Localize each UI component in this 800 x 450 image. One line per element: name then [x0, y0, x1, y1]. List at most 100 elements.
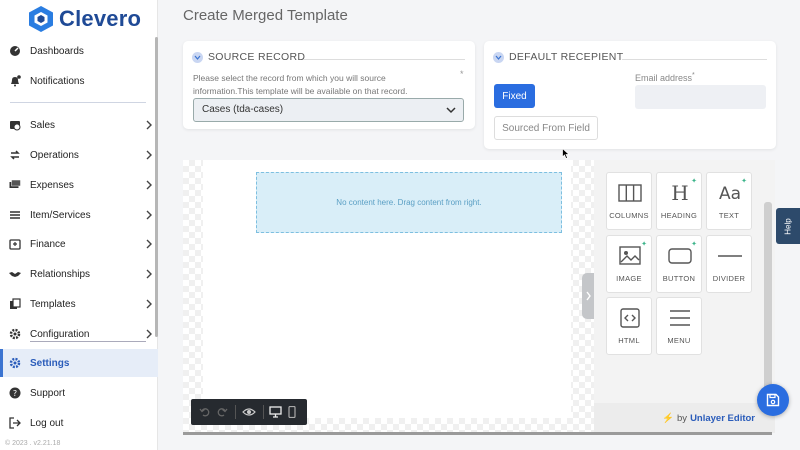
bell-icon [9, 75, 21, 87]
page-title: Create Merged Template [183, 7, 348, 24]
sparkle-icon: ✦ [691, 241, 697, 248]
panel-scrollbar[interactable] [764, 202, 772, 404]
sidebar-item-expenses[interactable]: Expenses [0, 171, 158, 199]
horizontal-scrollbar[interactable] [183, 432, 772, 435]
help-tab[interactable]: Help [776, 208, 800, 244]
sidebar-item-templates[interactable]: Templates [0, 290, 158, 318]
menu-icon [670, 310, 690, 326]
tool-label: IMAGE [616, 274, 642, 283]
sidebar-item-configuration[interactable]: Configuration [0, 320, 158, 348]
chevron-right-icon [146, 239, 152, 249]
sidebar-item-label: Log out [30, 418, 64, 429]
tool-menu[interactable]: MENU [656, 297, 702, 355]
sidebar-item-label: Settings [30, 358, 70, 369]
tool-label: TEXT [718, 211, 740, 220]
sparkle-icon: ✦ [691, 178, 697, 185]
chevron-right-icon [146, 329, 152, 339]
editor-toolbar [191, 399, 307, 425]
preview-eye-icon[interactable] [242, 406, 256, 418]
sidebar-item-log-out[interactable]: Log out [0, 409, 158, 437]
text-icon: Aa [719, 184, 741, 204]
tool-label: MENU [667, 336, 691, 345]
expenses-icon [9, 179, 21, 191]
version-label: © 2023 . v2.21.18 [5, 440, 61, 447]
divider-icon [718, 255, 742, 257]
mobile-view-icon[interactable] [288, 406, 296, 418]
sidebar-item-operations[interactable]: Operations [0, 141, 158, 169]
sidebar-item-finance[interactable]: Finance [0, 230, 158, 258]
source-record-description: Please select the record from which you … [193, 73, 408, 96]
sidebar-item-label: Sales [30, 120, 56, 131]
tool-text[interactable]: Aa ✦ TEXT [706, 172, 752, 230]
chevron-down-icon[interactable] [493, 51, 504, 63]
html-icon [620, 308, 640, 328]
chevron-right-icon [146, 210, 152, 220]
sidebar-item-label: Finance [30, 239, 66, 250]
sidebar-item-label: Operations [30, 150, 79, 161]
tools-panel: COLUMNS H ✦ HEADING Aa ✦ TEXT ✦ IMAGE ✦ … [594, 160, 775, 433]
required-mark: * [692, 72, 695, 79]
default-recipient-heading: DEFAULT RECEPIENT [493, 51, 623, 63]
finance-icon [9, 238, 21, 250]
bolt-icon: ⚡ [662, 412, 675, 424]
editor-canvas[interactable]: No content here. Drag content from right… [183, 160, 594, 433]
source-record-select[interactable]: Cases (tda-cases) [193, 98, 464, 122]
sidebar-item-label: Dashboards [30, 46, 84, 57]
canvas-body[interactable]: No content here. Drag content from right… [203, 160, 571, 418]
chevron-right-icon [146, 150, 152, 160]
tool-columns[interactable]: COLUMNS [606, 172, 652, 230]
help-label: Help [783, 217, 793, 235]
email-address-label: Email address* [635, 72, 695, 83]
redo-icon[interactable] [216, 406, 228, 418]
sidebar-divider [10, 102, 146, 103]
dashboard-icon [9, 45, 21, 57]
tool-label: HEADING [660, 211, 698, 220]
email-address-input[interactable] [635, 85, 766, 109]
unlayer-branding[interactable]: ⚡ by Unlayer Editor [594, 403, 775, 433]
columns-icon [618, 184, 642, 202]
sidebar-item-notifications[interactable]: Notifications [0, 67, 158, 95]
sidebar-item-sales[interactable]: Sales [0, 111, 158, 139]
save-icon [766, 393, 780, 407]
image-icon [619, 246, 641, 265]
fixed-button[interactable]: Fixed [494, 84, 535, 108]
sidebar-item-label: Configuration [30, 329, 90, 340]
logo[interactable]: Clevero [28, 4, 141, 34]
branding-by: by [677, 412, 688, 424]
tool-button[interactable]: ✦ BUTTON [656, 235, 702, 293]
undo-icon[interactable] [199, 406, 211, 418]
save-button[interactable] [757, 384, 789, 416]
svg-text:Aa: Aa [719, 184, 741, 204]
tool-image[interactable]: ✦ IMAGE [606, 235, 652, 293]
list-icon [9, 209, 21, 221]
sidebar-item-support[interactable]: ? Support [0, 379, 158, 407]
sourced-from-field-button[interactable]: Sourced From Field [494, 116, 598, 140]
templates-icon [9, 298, 21, 310]
operations-icon [9, 149, 21, 161]
tool-divider[interactable]: DIVIDER [706, 235, 752, 293]
panel-collapse-toggle[interactable] [582, 273, 594, 319]
tool-html[interactable]: HTML [606, 297, 652, 355]
content-dropzone[interactable]: No content here. Drag content from right… [256, 172, 562, 233]
sparkle-icon: ✦ [741, 178, 747, 185]
sidebar-item-dashboards[interactable]: Dashboards [0, 37, 158, 65]
gear-icon [9, 357, 21, 369]
sidebar-scrollbar[interactable] [155, 37, 158, 337]
tool-heading[interactable]: H ✦ HEADING [656, 172, 702, 230]
chevron-down-icon [446, 107, 456, 114]
clevero-logo-icon [29, 6, 53, 32]
sidebar-item-item-services[interactable]: Item/Services [0, 201, 158, 229]
sidebar-item-label: Item/Services [30, 210, 91, 221]
source-record-select-value: Cases (tda-cases) [202, 104, 284, 115]
sidebar-item-settings[interactable]: Settings [0, 349, 158, 377]
email-label-text: Email address [635, 73, 693, 83]
chevron-right-icon [146, 180, 152, 190]
heading-divider [303, 59, 465, 60]
sidebar-item-label: Templates [30, 299, 76, 310]
mouse-pointer-icon [562, 148, 570, 159]
chevron-down-icon[interactable] [192, 51, 203, 63]
sidebar-item-relationships[interactable]: Relationships [0, 260, 158, 288]
sidebar-item-label: Expenses [30, 180, 74, 191]
heading-icon: H [671, 182, 688, 204]
desktop-view-icon[interactable] [269, 406, 282, 418]
